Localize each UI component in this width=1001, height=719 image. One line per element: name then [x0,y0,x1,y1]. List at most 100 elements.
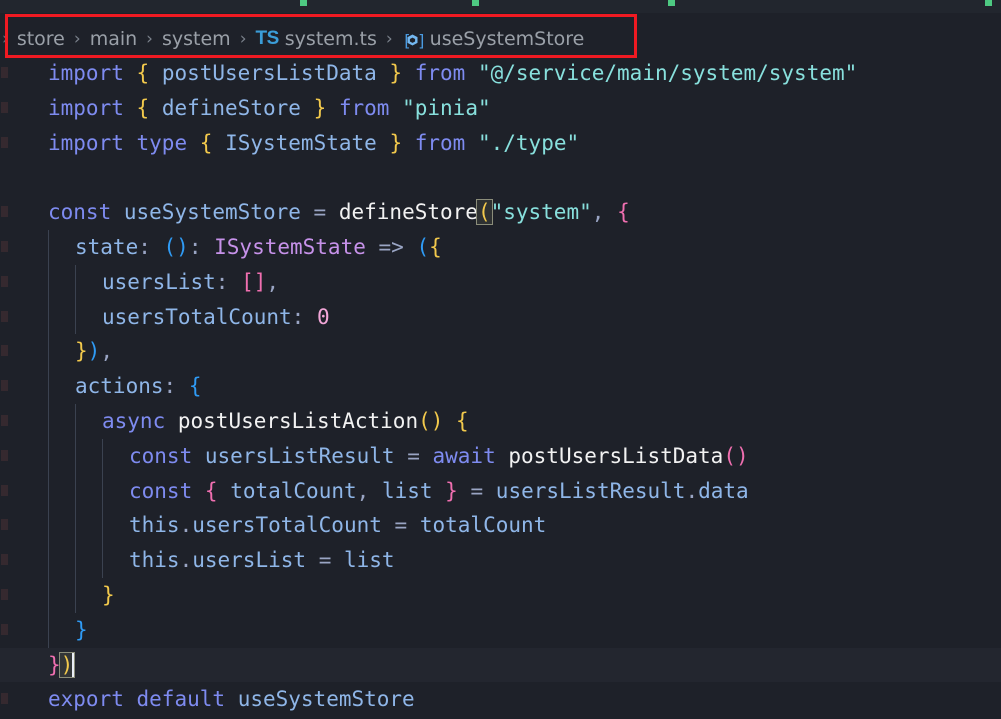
chevron-right-icon: › [239,29,247,49]
code-line[interactable]: this.usersTotalCount = totalCount [0,508,1001,544]
breadcrumb: › store › main › system › TS system.ts ›… [2,24,585,54]
indent-guide [75,299,76,335]
code-token: { [136,61,150,85]
indent-guide [102,473,103,509]
code-line[interactable]: const useSystemStore = defineStore("syst… [0,195,1001,230]
indent-guide [48,508,49,544]
code-editor[interactable]: import { postUsersListData } from "@/ser… [0,56,1001,719]
code-token: async [102,408,166,433]
code-token: data [698,478,749,503]
code-token: : [291,304,305,329]
code-line[interactable]: usersTotalCount: 0 [0,299,1001,335]
code-token: totalCount [419,513,547,538]
breadcrumb-bar: › store › main › system › TS system.ts ›… [0,13,1001,56]
breadcrumb-item-store[interactable]: store [17,28,65,50]
code-token: , [100,339,113,364]
code-token: . [179,548,193,573]
code-token: usersList [102,269,216,294]
code-line[interactable]: state: (): ISystemState => ({ [0,229,1001,265]
code-token: } [75,339,88,364]
breadcrumb-item-use-system-store[interactable]: useSystemStore [430,28,585,50]
code-token: this [129,513,180,538]
chevron-right-icon: › [73,29,81,49]
code-token: = [470,478,484,503]
code-token: usersTotalCount [102,304,292,329]
code-line[interactable]: const { totalCount, list } = usersListRe… [0,473,1001,509]
indent-guide [102,438,103,474]
code-token: = [318,548,332,573]
code-token: { [199,130,213,155]
code-line[interactable]: actions: { [0,369,1001,404]
code-token: totalCount [230,478,357,503]
code-line[interactable]: } [0,577,1001,613]
breadcrumb-item-system[interactable]: system [162,28,231,50]
code-line[interactable]: this.usersList = list [0,543,1001,578]
indent-guide [48,299,49,335]
tab-fragment[interactable] [0,0,919,13]
indent-guide [102,508,103,544]
breadcrumb-item-main[interactable]: main [90,28,137,50]
code-token: } [389,130,403,155]
typescript-file-icon: TS [255,28,280,49]
code-line[interactable]: }), [0,334,1001,370]
code-token: "pinia" [402,95,491,120]
code-token: "system" [490,200,592,225]
code-token: () [418,408,444,433]
code-token: } [389,61,403,85]
code-line[interactable] [0,160,1001,195]
code-token: this [129,548,180,573]
code-line[interactable]: export default useSystemStore [0,682,1001,717]
code-token: list [344,548,395,573]
code-line[interactable]: usersList: [], [0,264,1001,300]
code-line[interactable]: async postUsersListAction() { [0,403,1001,439]
code-token: { [617,200,630,225]
code-content[interactable]: import { postUsersListData } from "@/ser… [0,56,1001,717]
code-token: { [429,234,442,259]
code-token: const [129,443,193,468]
code-line[interactable]: } [0,612,1001,648]
code-token: usersListResult [204,443,395,468]
editor-tab-strip-fragment[interactable] [0,0,1001,13]
svg-text:]: ] [417,31,424,50]
code-token: , [591,200,605,225]
code-line[interactable]: import { postUsersListData } from "@/ser… [0,56,1001,91]
indent-guide [48,229,49,265]
indent-guide [48,264,49,300]
code-token: import [48,95,124,120]
indent-guide [48,612,49,648]
code-token: ISystemState [214,234,366,259]
code-token: "./type" [477,130,580,155]
code-token: useSystemStore [237,687,415,712]
code-line[interactable]: import { defineStore } from "pinia" [0,91,1001,126]
code-token: () [723,443,749,468]
indent-guide [48,543,49,578]
code-line[interactable]: import type { ISystemState } from "./typ… [0,126,1001,161]
code-token: from [338,95,390,120]
code-line[interactable]: }) [0,647,1001,683]
indent-guide [48,473,49,509]
indent-guide [48,438,49,474]
breadcrumb-item-system-ts[interactable]: system.ts [285,28,377,50]
code-line[interactable]: const usersListResult = await postUsersL… [0,438,1001,474]
